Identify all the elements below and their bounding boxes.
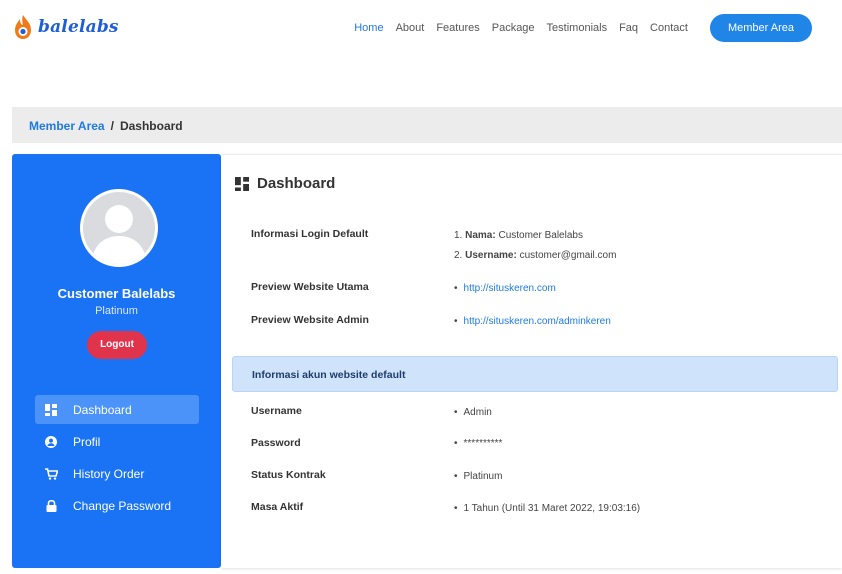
preview-main-link[interactable]: http://situskeren.com (464, 283, 556, 294)
flame-logo-icon (15, 15, 31, 39)
account-info-banner: Informasi akun website default (232, 356, 838, 392)
brand-logo[interactable]: balelabs (12, 14, 119, 40)
sidebar-item-change-password[interactable]: Change Password (35, 491, 199, 520)
contract-status-value: Platinum (454, 471, 503, 482)
dashboard-panel: Dashboard Informasi Login Default 1. Nam… (221, 154, 842, 568)
top-navbar: balelabs Home About Features Package Tes… (0, 0, 842, 60)
login-name-prefix: 1. (454, 230, 466, 241)
nav-contact[interactable]: Contact (650, 22, 688, 34)
preview-main-item: http://situskeren.com (454, 283, 556, 294)
user-name: Customer Balelabs (57, 286, 176, 301)
active-period-value: 1 Tahun (Until 31 Maret 2022, 19:03:16) (454, 503, 641, 514)
login-name-key: Nama: (465, 230, 496, 241)
avatar (80, 189, 158, 267)
account-username-value: Admin (454, 407, 492, 418)
sidebar-item-dashboard[interactable]: Dashboard (35, 395, 199, 424)
lock-icon (43, 499, 59, 512)
sidebar-item-label: Dashboard (73, 402, 132, 417)
login-username-line: 2. Username: customer@gmail.com (454, 250, 616, 261)
main-nav: Home About Features Package Testimonials… (342, 14, 812, 42)
page-title-text: Dashboard (257, 175, 336, 192)
sidebar-item-label: Profil (73, 434, 101, 449)
login-username-prefix: 2. (454, 250, 466, 261)
preview-main-label: Preview Website Utama (251, 281, 369, 293)
dashboard-icon (235, 176, 249, 191)
nav-about[interactable]: About (396, 22, 425, 34)
user-circle-icon (43, 435, 59, 448)
brand-name: balelabs (38, 17, 119, 37)
nav-features[interactable]: Features (436, 22, 479, 34)
login-username-value: customer@gmail.com (516, 250, 617, 261)
login-info-label: Informasi Login Default (251, 228, 369, 240)
logout-button[interactable]: Logout (87, 331, 147, 359)
login-username-key: Username: (465, 250, 517, 261)
nav-testimonials[interactable]: Testimonials (547, 22, 608, 34)
breadcrumb-current: Dashboard (119, 119, 183, 133)
contract-status-label: Status Kontrak (251, 469, 326, 481)
cart-icon (43, 467, 59, 480)
active-period-label: Masa Aktif (251, 501, 304, 513)
sidebar-item-label: History Order (73, 466, 145, 481)
preview-admin-label: Preview Website Admin (251, 314, 369, 326)
account-username-label: Username (251, 405, 302, 417)
nav-home[interactable]: Home (354, 22, 383, 34)
user-silhouette-icon (91, 205, 147, 264)
sidebar-item-profil[interactable]: Profil (35, 427, 199, 456)
login-name-line: 1. Nama: Customer Balelabs (454, 230, 583, 241)
page-title: Dashboard (235, 175, 335, 192)
breadcrumb-separator: / (110, 119, 114, 133)
nav-package[interactable]: Package (492, 22, 535, 34)
nav-faq[interactable]: Faq (619, 22, 638, 34)
member-area-button[interactable]: Member Area (709, 14, 812, 42)
user-plan: Platinum (95, 305, 138, 317)
breadcrumb: Member Area / Dashboard (12, 107, 842, 143)
preview-admin-item: http://situskeren.com/adminkeren (454, 316, 611, 327)
account-password-value: ********** (454, 438, 503, 449)
sidebar-item-label: Change Password (73, 498, 172, 513)
sidebar-menu: Dashboard Profil History Order Change Pa… (35, 395, 199, 523)
sidebar-item-history-order[interactable]: History Order (35, 459, 199, 488)
login-name-value: Customer Balelabs (495, 230, 583, 241)
dashboard-icon (43, 403, 59, 416)
account-password-label: Password (251, 437, 301, 449)
sidebar: Customer Balelabs Platinum Logout Dashbo… (12, 154, 221, 568)
preview-admin-link[interactable]: http://situskeren.com/adminkeren (464, 316, 611, 327)
breadcrumb-member-area[interactable]: Member Area (29, 119, 105, 133)
